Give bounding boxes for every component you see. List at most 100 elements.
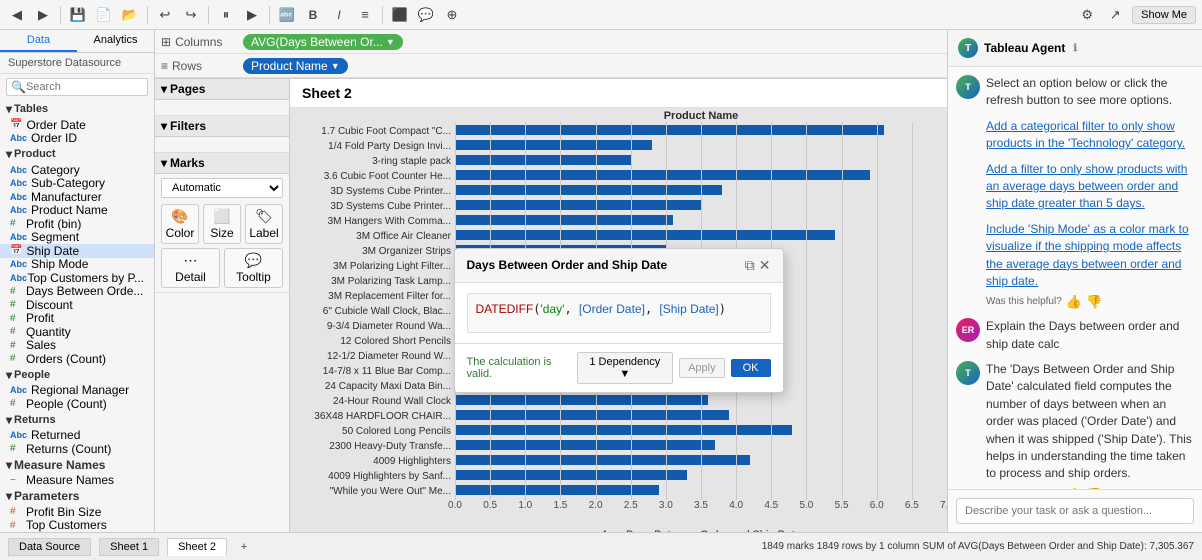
- field-discount[interactable]: # Discount: [0, 298, 154, 312]
- tab-analytics[interactable]: Analytics: [77, 30, 154, 52]
- field-ship-mode[interactable]: Abc Ship Mode: [0, 258, 154, 272]
- marks-tooltip-btn[interactable]: 💬 Tooltip: [224, 248, 283, 288]
- caption-btn[interactable]: 💬: [415, 4, 437, 26]
- modal-copy-btn[interactable]: ⧉: [745, 257, 755, 274]
- undo-btn[interactable]: ↩: [154, 4, 176, 26]
- field-category[interactable]: Abc Category: [0, 163, 154, 177]
- add-sheet-btn[interactable]: +: [235, 538, 253, 556]
- calendar-icon: 📅: [10, 119, 22, 130]
- modal-close-btn[interactable]: ✕: [759, 257, 771, 274]
- hash-icon6: #: [10, 340, 22, 351]
- rows-icon: ≡: [161, 59, 168, 73]
- field-profit[interactable]: # Profit: [0, 312, 154, 326]
- pages-content: [155, 100, 289, 116]
- tooltip-icon: 💬: [245, 252, 262, 269]
- settings-btn[interactable]: ⚙: [1076, 4, 1098, 26]
- field-returned[interactable]: Abc Returned: [0, 429, 154, 443]
- open-btn[interactable]: 📂: [119, 4, 141, 26]
- insert-btn[interactable]: ⬛: [389, 4, 411, 26]
- thumbs-down-btn-1[interactable]: 👎: [1086, 294, 1102, 310]
- section-people[interactable]: ▾ People: [0, 366, 154, 384]
- pill-arrow2: ▼: [331, 61, 340, 71]
- section-returns[interactable]: ▾ Returns: [0, 411, 154, 429]
- hash-icon7: #: [10, 353, 22, 364]
- marks-label-btn[interactable]: 🏷 Label: [245, 204, 283, 244]
- marks-detail-btn[interactable]: ⋯ Detail: [161, 248, 220, 288]
- shelf-area: ⊞ Columns AVG(Days Between Or... ▼ ≡ Row…: [155, 30, 947, 79]
- agent-msg-actions-1: Was this helpful? 👍 👎: [986, 294, 1194, 310]
- field-top-customers-param[interactable]: # Top Customers: [0, 519, 154, 533]
- tab-sheet1[interactable]: Sheet 1: [99, 538, 159, 556]
- suggestion-link-3[interactable]: Include 'Ship Mode' as a color mark to v…: [986, 222, 1189, 288]
- columns-pill[interactable]: AVG(Days Between Or... ▼: [243, 34, 403, 50]
- ok-button[interactable]: OK: [731, 359, 771, 377]
- field-regional-manager[interactable]: Abc Regional Manager: [0, 384, 154, 398]
- section-tables[interactable]: ▾ Tables: [0, 100, 154, 118]
- run-btn[interactable]: ▶: [241, 4, 263, 26]
- label-icon: 🏷: [255, 208, 273, 225]
- suggestion-link-1[interactable]: Add a categorical filter to only show pr…: [986, 119, 1185, 150]
- marks-type-dropdown[interactable]: Automatic: [161, 178, 283, 198]
- field-order-date[interactable]: 📅 Order Date: [0, 118, 154, 132]
- suggestion-link-2[interactable]: Add a filter to only show products with …: [986, 162, 1187, 211]
- chevron-pages: ▾: [161, 82, 167, 96]
- field-people-count[interactable]: # People (Count): [0, 397, 154, 411]
- field-segment[interactable]: Abc Segment: [0, 231, 154, 245]
- mark-btn[interactable]: ⊕: [441, 4, 463, 26]
- formula-editor[interactable]: DATEDIFF('day', [Order Date], [Ship Date…: [467, 293, 771, 333]
- thumbs-up-btn-1[interactable]: 👍: [1066, 294, 1082, 310]
- collapse-icon2: ▾: [6, 147, 12, 161]
- field-returns-count[interactable]: # Returns (Count): [0, 442, 154, 456]
- italic-btn[interactable]: I: [328, 4, 350, 26]
- agent-input[interactable]: [956, 498, 1194, 524]
- section-measure-names[interactable]: ▾ Measure Names: [0, 456, 154, 474]
- share-btn[interactable]: ↗: [1104, 4, 1126, 26]
- back-btn[interactable]: ◀: [6, 4, 28, 26]
- redo-btn[interactable]: ↪: [180, 4, 202, 26]
- forward-btn[interactable]: ▶: [32, 4, 54, 26]
- tab-sheet2[interactable]: Sheet 2: [167, 538, 227, 556]
- collapse-icon5: ▾: [6, 458, 12, 472]
- filters-header[interactable]: ▾ Filters: [155, 116, 289, 137]
- pages-header[interactable]: ▾ Pages: [155, 79, 289, 100]
- marks-color-btn[interactable]: 🎨 Color: [161, 204, 199, 244]
- field-quantity[interactable]: # Quantity: [0, 325, 154, 339]
- pause-btn[interactable]: ⏸: [215, 4, 237, 26]
- marks-header[interactable]: ▾ Marks: [155, 153, 289, 174]
- align-btn[interactable]: ≡: [354, 4, 376, 26]
- hash-icon3: #: [10, 299, 22, 310]
- field-days-between[interactable]: # Days Between Orde...: [0, 285, 154, 299]
- marks-size-btn[interactable]: ⬜ Size: [203, 204, 241, 244]
- toolbar: ◀ ▶ 💾 📄 📂 ↩ ↪ ⏸ ▶ 🔤 B I ≡ ⬛ 💬 ⊕ ⚙ ↗ Show…: [0, 0, 1202, 30]
- save-btn[interactable]: 💾: [67, 4, 89, 26]
- field-ship-date[interactable]: 📅 Ship Date: [0, 244, 154, 258]
- center-container: ⊞ Columns AVG(Days Between Or... ▼ ≡ Row…: [155, 30, 947, 532]
- tab-data[interactable]: Data: [0, 30, 77, 52]
- new-btn[interactable]: 📄: [93, 4, 115, 26]
- tab-data-source[interactable]: Data Source: [8, 538, 91, 556]
- rows-pill[interactable]: Product Name ▼: [243, 58, 348, 74]
- show-me-button[interactable]: Show Me: [1132, 6, 1196, 24]
- format-btn[interactable]: 🔤: [276, 4, 298, 26]
- field-profit-bin-size[interactable]: # Profit Bin Size: [0, 505, 154, 519]
- field-top-customers[interactable]: Abc Top Customers by P...: [0, 271, 154, 285]
- section-product[interactable]: ▾ Product: [0, 145, 154, 163]
- modal-body: DATEDIFF('day', [Order Date], [Ship Date…: [455, 283, 783, 343]
- field-subcategory[interactable]: Abc Sub-Category: [0, 177, 154, 191]
- field-sales[interactable]: # Sales: [0, 339, 154, 353]
- apply-button[interactable]: Apply: [679, 358, 725, 378]
- sep5: [382, 6, 383, 24]
- field-product-name[interactable]: Abc Product Name: [0, 204, 154, 218]
- field-orders-count[interactable]: # Orders (Count): [0, 352, 154, 366]
- collapse-icon3: ▾: [6, 368, 12, 382]
- field-order-id[interactable]: Abc Order ID: [0, 132, 154, 146]
- dependency-button[interactable]: 1 Dependency ▼: [577, 352, 673, 384]
- field-measure-names[interactable]: ~ Measure Names: [0, 474, 154, 488]
- bold-btn[interactable]: B: [302, 4, 324, 26]
- field-profit-bin[interactable]: # Profit (bin): [0, 217, 154, 231]
- agent-message-6: T The 'Days Between Order and Ship Date'…: [956, 361, 1194, 489]
- sidebar-tabs: Data Analytics: [0, 30, 154, 53]
- field-manufacturer[interactable]: Abc Manufacturer: [0, 190, 154, 204]
- section-parameters[interactable]: ▾ Parameters: [0, 487, 154, 505]
- search-input[interactable]: [26, 81, 143, 93]
